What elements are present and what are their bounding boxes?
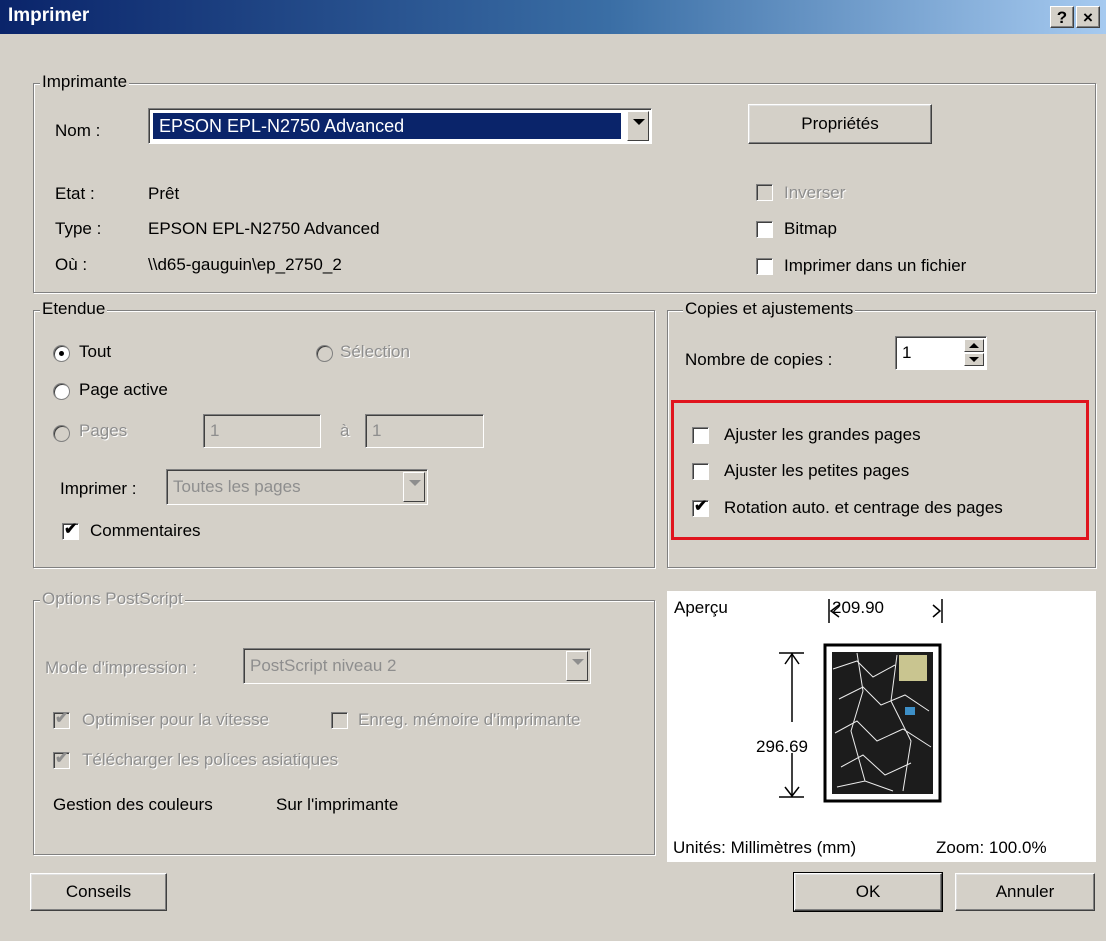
fit-small-pages-label: Ajuster les petites pages [724, 461, 910, 480]
printer-status-value: Prêt [148, 184, 180, 203]
pages-from-input[interactable]: 1 [203, 414, 321, 448]
print-mode-select[interactable]: PostScript niveau 2 [243, 648, 591, 684]
selection-radio[interactable] [316, 345, 333, 362]
fit-large-pages-label: Ajuster les grandes pages [724, 425, 921, 444]
printer-status-label: Etat : [55, 184, 95, 203]
printer-where-value: \\d65-gauguin\ep_2750_2 [148, 255, 342, 274]
bitmap-label: Bitmap [784, 219, 837, 238]
help-button[interactable]: ? [1050, 6, 1074, 28]
preview-units: Unités: Millimètres (mm) [673, 838, 857, 857]
checkmark-icon: ✔ [55, 750, 69, 767]
auto-rotate-checkbox[interactable]: ✔ [692, 498, 709, 517]
color-management-value: Sur l'imprimante [276, 795, 399, 814]
print-mode-value: PostScript niveau 2 [250, 656, 397, 675]
all-pages-label: Tout [79, 342, 112, 361]
comments-label: Commentaires [90, 521, 201, 540]
chevron-down-icon[interactable] [403, 472, 425, 502]
download-fonts-checkbox[interactable]: ✔ [53, 750, 70, 769]
print-range-select[interactable]: Toutes les pages [166, 469, 428, 505]
printer-name-value: EPSON EPL-N2750 Advanced [153, 113, 621, 139]
current-page-label: Page active [79, 380, 168, 399]
save-memory-checkbox[interactable] [331, 712, 348, 729]
checkmark-icon: ✔ [694, 498, 708, 515]
pages-to-input[interactable]: 1 [365, 414, 484, 448]
all-pages-radio[interactable] [53, 345, 70, 362]
copies-count-value: 1 [902, 343, 912, 362]
auto-rotate-label: Rotation auto. et centrage des pages [724, 498, 1003, 517]
pages-to-label: à [340, 421, 350, 440]
copies-count-stepper[interactable]: 1 [895, 336, 987, 370]
print-range-value: Toutes les pages [173, 477, 301, 496]
title-bar [0, 0, 1106, 34]
printer-name-label: Nom : [55, 121, 101, 140]
close-icon: × [1083, 8, 1093, 27]
copies-group-title: Copies et ajustements [683, 299, 856, 318]
preview-height: 296.69 [756, 737, 808, 756]
page-preview-thumbnail [823, 643, 942, 803]
printer-where-label: Où : [55, 255, 88, 274]
bitmap-checkbox[interactable] [756, 221, 773, 238]
printer-name-select[interactable]: EPSON EPL-N2750 Advanced [148, 108, 652, 144]
preview-zoom: Zoom: 100.0% [936, 838, 1047, 857]
spin-down-icon[interactable] [964, 353, 984, 366]
print-mode-label: Mode d'impression : [45, 658, 197, 677]
print-to-file-checkbox[interactable] [756, 258, 773, 275]
print-to-file-label: Imprimer dans un fichier [784, 256, 967, 275]
optimize-speed-checkbox[interactable]: ✔ [53, 710, 70, 729]
save-memory-label: Enreg. mémoire d'imprimante [358, 710, 581, 729]
color-management-label: Gestion des couleurs [53, 795, 213, 814]
optimize-speed-label: Optimiser pour la vitesse [82, 710, 270, 729]
fit-small-pages-checkbox[interactable] [692, 463, 709, 480]
tips-button[interactable]: Conseils [30, 873, 167, 911]
checkmark-icon: ✔ [55, 710, 69, 727]
pages-label: Pages [79, 421, 128, 440]
printer-type-value: EPSON EPL-N2750 Advanced [148, 219, 380, 238]
selection-label: Sélection [340, 342, 410, 361]
preview-width: 209.90 [832, 598, 884, 617]
window-title: Imprimer [8, 5, 90, 26]
cancel-button[interactable]: Annuler [955, 873, 1095, 911]
printer-group-title: Imprimante [40, 72, 130, 91]
ok-button[interactable]: OK [793, 872, 943, 912]
printer-type-label: Type : [55, 219, 102, 238]
chevron-down-icon[interactable] [566, 651, 588, 681]
current-page-radio[interactable] [53, 383, 70, 400]
spin-up-icon[interactable] [964, 339, 984, 352]
pages-radio[interactable] [53, 425, 70, 442]
invert-label: Inverser [784, 183, 846, 202]
comments-checkbox[interactable]: ✔ [62, 521, 79, 540]
checkmark-icon: ✔ [64, 521, 78, 538]
page-dimension-diagram [779, 599, 943, 803]
close-button[interactable]: × [1076, 6, 1100, 28]
print-range-label: Imprimer : [60, 479, 137, 498]
help-icon: ? [1056, 8, 1068, 27]
invert-checkbox[interactable] [756, 184, 773, 201]
range-group-title: Etendue [40, 299, 108, 318]
copies-count-label: Nombre de copies : [685, 350, 833, 369]
chevron-down-icon[interactable] [627, 111, 649, 141]
properties-button[interactable]: Propriétés [748, 104, 932, 144]
fit-large-pages-checkbox[interactable] [692, 427, 709, 444]
postscript-group-title: Options PostScript [40, 589, 185, 608]
download-fonts-label: Télécharger les polices asiatiques [82, 750, 339, 769]
